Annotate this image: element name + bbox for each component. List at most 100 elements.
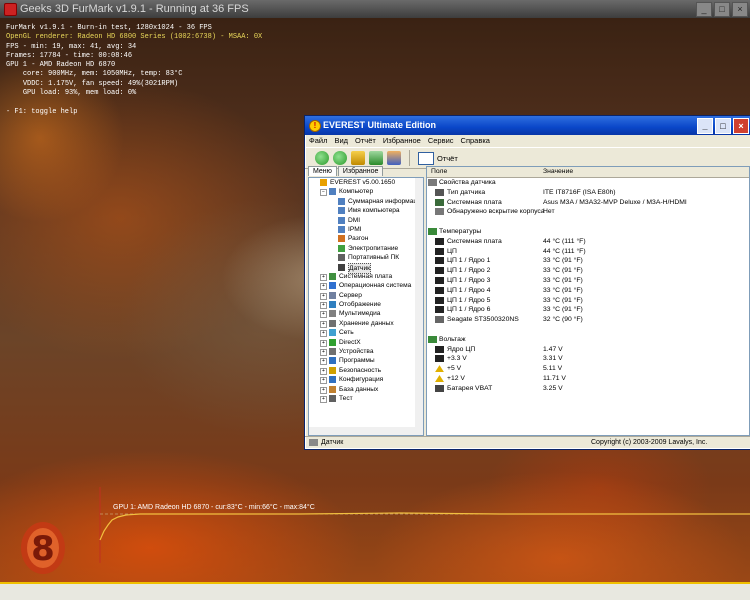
tree-item[interactable]: Датчик	[309, 262, 423, 274]
tree-item[interactable]: + Конфигурация	[309, 375, 423, 385]
expand-icon[interactable]: +	[320, 273, 327, 281]
table-row[interactable]: Обнаружено вскрытие корпуса Нет	[427, 207, 749, 217]
table-row[interactable]: ЦП 1 / Ядро 6 33 °C (91 °F)	[427, 305, 749, 315]
table-row[interactable]: ЦП 1 / Ядро 4 33 °C (91 °F)	[427, 286, 749, 296]
expand-icon[interactable]: +	[320, 311, 327, 319]
furmark-title-bar[interactable]: Geeks 3D FurMark v1.9.1 - Running at 36 …	[0, 0, 750, 18]
tree-vertical-scrollbar[interactable]	[415, 178, 423, 435]
table-row[interactable]: Ядро ЦП 1.47 V	[427, 345, 749, 355]
minimize-button[interactable]: _	[696, 2, 712, 17]
expand-icon[interactable]: +	[320, 292, 327, 300]
field-cell: ЦП 1 / Ядро 2	[447, 267, 491, 275]
tree-item[interactable]: + Программы	[309, 356, 423, 366]
tree-item[interactable]: + База данных	[309, 385, 423, 394]
expand-icon[interactable]: +	[320, 339, 327, 347]
tree-item[interactable]: + Сервер	[309, 291, 423, 300]
column-header-value[interactable]: Значение	[543, 167, 573, 177]
tree-item[interactable]: + Мультимедиа	[309, 309, 423, 319]
tree-item[interactable]: + DirectX	[309, 338, 423, 347]
temp-sensor-icon	[435, 286, 444, 294]
expand-icon[interactable]: +	[320, 395, 327, 403]
tree-item[interactable]: + Операционная система	[309, 281, 423, 291]
maximize-button[interactable]: □	[714, 2, 730, 17]
table-row[interactable]: Тип датчика ITE IT8716F (ISA E80h)	[427, 188, 749, 198]
section-header[interactable]: Вольтаж	[427, 335, 749, 345]
table-row[interactable]: +5 V 5.11 V	[427, 364, 749, 374]
tree-item[interactable]: EVEREST v5.00.1650	[309, 178, 423, 187]
expand-icon[interactable]: +	[320, 302, 327, 310]
tree-item[interactable]: − Компьютер	[309, 187, 423, 197]
table-row[interactable]: ЦП 1 / Ядро 2 33 °C (91 °F)	[427, 266, 749, 276]
menu-report[interactable]: Отчёт	[355, 135, 376, 147]
everest-title-bar[interactable]: ! EVEREST Ultimate Edition _ □ ×	[305, 116, 750, 135]
expand-icon[interactable]: +	[320, 283, 327, 291]
section-header[interactable]: Свойства датчика	[427, 178, 749, 188]
expand-icon[interactable]: +	[320, 358, 327, 366]
close-button[interactable]: ×	[732, 2, 748, 17]
tree-item[interactable]: Разгон	[309, 234, 423, 243]
table-row[interactable]: ЦП 1 / Ядро 1 33 °C (91 °F)	[427, 256, 749, 266]
refresh-icon[interactable]	[369, 151, 383, 165]
menu-tools[interactable]: Сервис	[428, 135, 454, 147]
expand-icon[interactable]: +	[320, 330, 327, 338]
expand-icon[interactable]: +	[320, 386, 327, 394]
expand-icon[interactable]: +	[320, 367, 327, 375]
value-cell: 44 °C (111 °F)	[543, 237, 586, 245]
tree-item[interactable]: Электропитание	[309, 244, 423, 253]
tree-item[interactable]: DMI	[309, 216, 423, 225]
report-button-label: Отчёт	[437, 153, 458, 163]
tree-item[interactable]: Имя компьютера	[309, 206, 423, 215]
os-icon	[329, 282, 336, 290]
report-button[interactable]: Отчёт	[418, 151, 458, 165]
tree-horizontal-scrollbar[interactable]	[309, 427, 423, 435]
maximize-button[interactable]: □	[715, 118, 731, 134]
menu-help[interactable]: Справка	[461, 135, 490, 147]
table-row[interactable]: +12 V 11.71 V	[427, 374, 749, 384]
field-cell: +12 V	[447, 374, 465, 382]
users-icon[interactable]	[387, 151, 401, 165]
tree-item[interactable]: + Отображение	[309, 300, 423, 310]
menu-favorites[interactable]: Избранное	[383, 135, 421, 147]
tree-item[interactable]: Портативный ПК	[309, 253, 423, 262]
expand-icon[interactable]: +	[320, 349, 327, 357]
tree-item[interactable]: + Тест	[309, 394, 423, 403]
forward-icon[interactable]	[333, 151, 347, 165]
back-icon[interactable]	[315, 151, 329, 165]
table-row[interactable]: +3.3 V 3.31 V	[427, 354, 749, 364]
collapse-icon[interactable]: −	[320, 189, 327, 197]
menu-view[interactable]: Вид	[334, 135, 348, 147]
table-row[interactable]: Системная плата 44 °C (111 °F)	[427, 237, 749, 247]
expand-icon[interactable]: +	[320, 320, 327, 328]
temp-sensor-icon	[435, 257, 444, 265]
tab-favorites[interactable]: Избранное	[337, 166, 384, 176]
minimize-button[interactable]: _	[697, 118, 713, 134]
tree-item[interactable]: + Системная плата	[309, 272, 423, 281]
osd-line: FPS - min: 19, max: 41, avg: 34	[6, 42, 137, 51]
table-row[interactable]: Системная плата Asus M3A / M3A32-MVP Delu…	[427, 198, 749, 208]
field-cell: ЦП 1 / Ядро 4	[447, 286, 491, 294]
tree-item[interactable]: + Безопасность	[309, 366, 423, 375]
tab-menu[interactable]: Меню	[308, 166, 337, 176]
table-row[interactable]: Батарея VBAT 3.25 V	[427, 384, 749, 394]
everest-app-icon: !	[309, 120, 321, 132]
tree-item-label: Разгон	[348, 235, 369, 243]
tree-item[interactable]: IPMI	[309, 225, 423, 234]
table-row[interactable]: ЦП 1 / Ядро 3 33 °C (91 °F)	[427, 276, 749, 286]
details-panel: Поле Значение Свойства датчика Тип датчик…	[426, 166, 750, 436]
table-row[interactable]: ЦП 44 °C (111 °F)	[427, 247, 749, 257]
value-cell: ITE IT8716F (ISA E80h)	[543, 188, 616, 196]
table-row[interactable]: Seagate ST3500320NS 32 °C (90 °F)	[427, 315, 749, 325]
column-header-field[interactable]: Поле	[431, 167, 447, 177]
table-row[interactable]: ЦП 1 / Ядро 5 33 °C (91 °F)	[427, 296, 749, 306]
section-header[interactable]: Температуры	[427, 227, 749, 237]
menu-file[interactable]: Файл	[309, 135, 327, 147]
expand-icon[interactable]: +	[320, 377, 327, 385]
tree-item[interactable]: Суммарная информация	[309, 197, 423, 206]
osd-line: OpenGL renderer: Radeon HD 6800 Series (…	[6, 33, 263, 42]
up-icon[interactable]	[351, 151, 365, 165]
tree-item[interactable]: + Устройства	[309, 347, 423, 357]
close-button[interactable]: ×	[733, 118, 749, 134]
tree-item[interactable]: + Хранение данных	[309, 319, 423, 328]
tree-item[interactable]: + Сеть	[309, 328, 423, 338]
blank-row	[427, 325, 749, 335]
